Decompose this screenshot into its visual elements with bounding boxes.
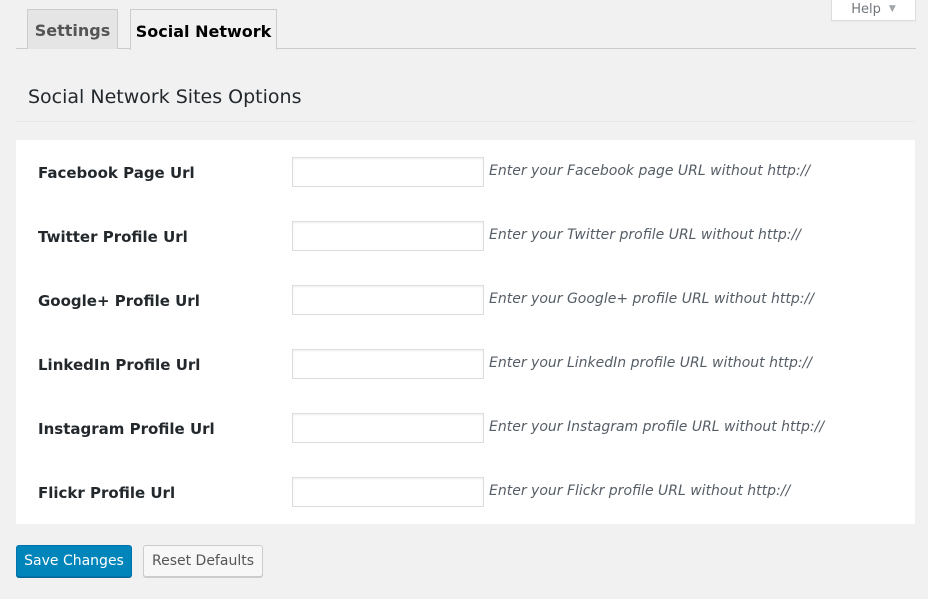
- section-title: Social Network Sites Options: [28, 86, 302, 108]
- googleplus-url-input[interactable]: [292, 285, 484, 315]
- save-changes-button[interactable]: Save Changes: [16, 545, 132, 577]
- field-label: LinkedIn Profile Url: [38, 356, 201, 374]
- nav-tabs: Settings Social Network: [16, 0, 916, 50]
- settings-page: Help ▼ Settings Social Network Social Ne…: [0, 0, 928, 599]
- flickr-url-input[interactable]: [292, 477, 484, 507]
- facebook-url-input[interactable]: [292, 157, 484, 187]
- reset-defaults-button[interactable]: Reset Defaults: [143, 545, 263, 577]
- field-label: Facebook Page Url: [38, 164, 195, 182]
- form-row-twitter: Twitter Profile Url Enter your Twitter p…: [16, 204, 915, 268]
- field-hint: Enter your Facebook page URL without htt…: [489, 163, 811, 179]
- form-row-facebook: Facebook Page Url Enter your Facebook pa…: [16, 140, 915, 204]
- form-row-linkedin: LinkedIn Profile Url Enter your LinkedIn…: [16, 332, 915, 396]
- field-hint: Enter your Twitter profile URL without h…: [489, 227, 801, 243]
- twitter-url-input[interactable]: [292, 221, 484, 251]
- form-row-googleplus: Google+ Profile Url Enter your Google+ p…: [16, 268, 915, 332]
- tab-social-network[interactable]: Social Network: [130, 9, 277, 50]
- field-hint: Enter your Flickr profile URL without ht…: [489, 483, 791, 499]
- form-row-instagram: Instagram Profile Url Enter your Instagr…: [16, 396, 915, 460]
- tab-settings-label: Settings: [34, 21, 111, 40]
- divider: [16, 121, 915, 122]
- field-label: Google+ Profile Url: [38, 292, 200, 310]
- linkedin-url-input[interactable]: [292, 349, 484, 379]
- tab-settings[interactable]: Settings: [27, 9, 118, 49]
- instagram-url-input[interactable]: [292, 413, 484, 443]
- field-label: Flickr Profile Url: [38, 484, 176, 502]
- social-options-form: Facebook Page Url Enter your Facebook pa…: [16, 140, 915, 524]
- tab-social-network-label: Social Network: [135, 21, 272, 41]
- field-hint: Enter your Instagram profile URL without…: [489, 419, 825, 435]
- field-label: Instagram Profile Url: [38, 420, 215, 438]
- form-row-flickr: Flickr Profile Url Enter your Flickr pro…: [16, 460, 915, 524]
- field-hint: Enter your LinkedIn profile URL without …: [489, 355, 812, 371]
- field-hint: Enter your Google+ profile URL without h…: [489, 291, 814, 307]
- field-label: Twitter Profile Url: [38, 228, 188, 246]
